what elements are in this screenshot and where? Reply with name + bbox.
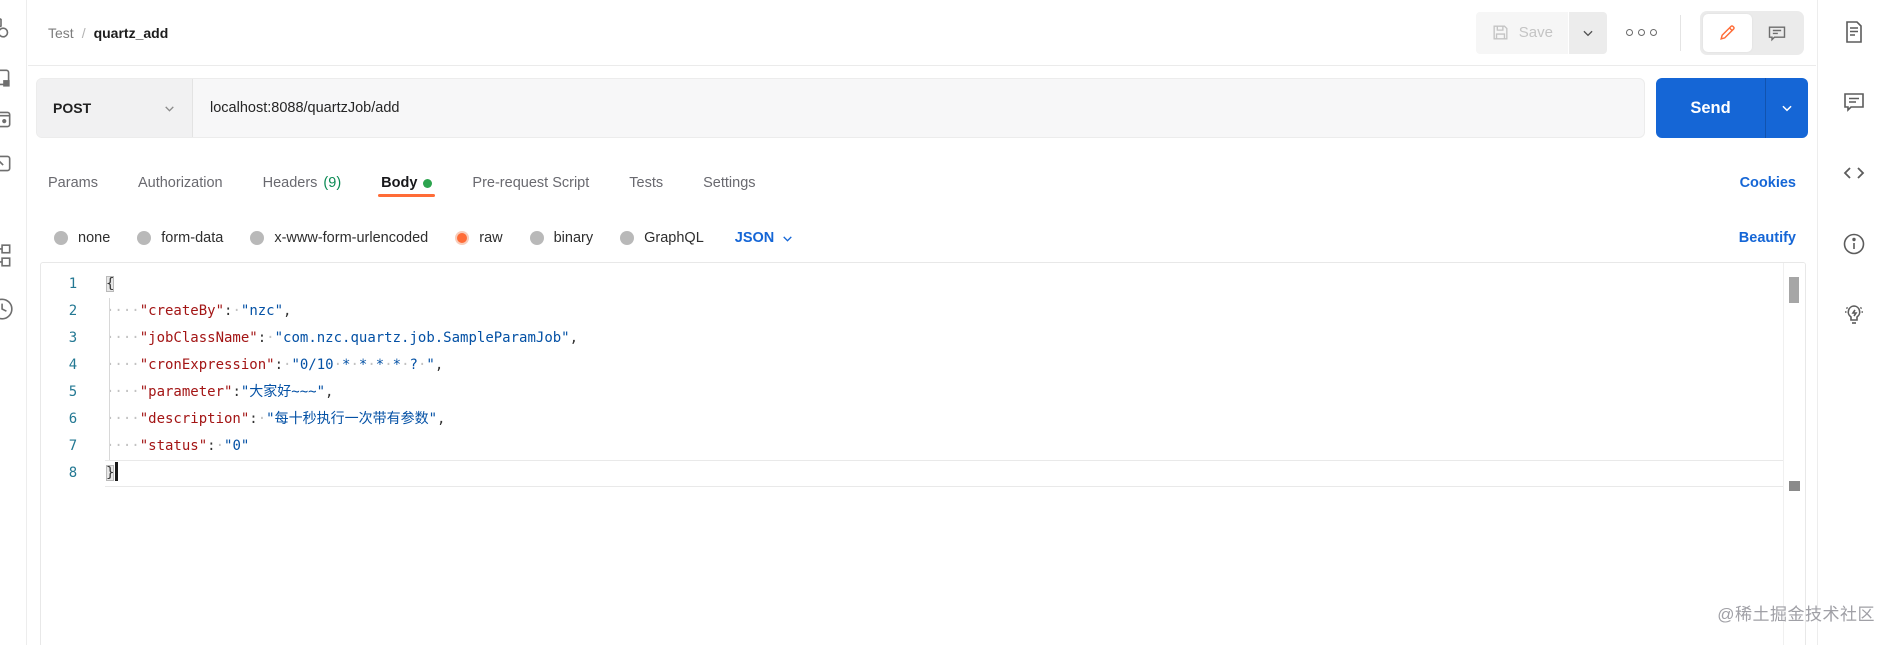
more-options-button[interactable] <box>1622 23 1661 42</box>
environments-icon[interactable] <box>0 107 14 133</box>
url-bar: POST localhost:8088/quartzJob/add <box>36 78 1645 138</box>
left-sidebar <box>0 0 27 645</box>
code-line-8[interactable]: } <box>105 460 1805 487</box>
comments-icon[interactable] <box>1842 90 1866 114</box>
mock-servers-icon[interactable] <box>0 151 14 177</box>
pull-request-tips-icon[interactable] <box>1842 303 1866 327</box>
text-cursor <box>115 462 118 481</box>
cookies-link[interactable]: Cookies <box>1740 175 1796 191</box>
tab-headers[interactable]: Headers (9) <box>263 161 342 205</box>
unsaved-changes-dot <box>423 178 433 188</box>
tab-params[interactable]: Params <box>48 161 98 205</box>
url-input[interactable]: localhost:8088/quartzJob/add <box>193 79 1644 137</box>
documentation-icon[interactable] <box>1842 20 1866 44</box>
body-type-raw[interactable]: raw <box>455 230 503 246</box>
app-window: Test / quartz_add Save POST localhost:80… <box>0 0 1889 645</box>
chevron-down-icon <box>1581 26 1595 40</box>
send-dropdown-button[interactable] <box>1765 78 1808 138</box>
body-type-graphql[interactable]: GraphQL <box>620 230 704 246</box>
code-line-5[interactable]: ····"parameter":"大家好~~~", <box>105 379 1805 406</box>
line-number: 1 <box>68 276 78 292</box>
info-icon[interactable] <box>1842 232 1866 256</box>
line-number: 3 <box>68 330 78 346</box>
line-number: 7 <box>68 438 78 454</box>
indent-guide <box>109 298 110 460</box>
raw-format-select[interactable]: JSON <box>735 230 795 246</box>
watermark: @稀土掘金技术社区 <box>1717 605 1875 624</box>
tab-pre-request-script[interactable]: Pre-request Script <box>472 161 589 205</box>
tab-settings[interactable]: Settings <box>703 161 755 205</box>
apis-icon[interactable] <box>0 66 14 92</box>
code-snippet-icon[interactable] <box>1842 161 1866 185</box>
line-number: 4 <box>68 357 78 373</box>
body-type-form-data[interactable]: form-data <box>137 230 223 246</box>
headers-count: (9) <box>323 175 342 191</box>
code-line-6[interactable]: ····"description":·"每十秒执行一次带有参数", <box>105 406 1805 433</box>
header-divider <box>1680 14 1681 51</box>
tab-tests[interactable]: Tests <box>629 161 663 205</box>
comments-button[interactable] <box>1752 14 1801 52</box>
tab-body[interactable]: Body <box>378 161 436 205</box>
save-icon <box>1491 23 1510 42</box>
body-type-row: none form-data x-www-form-urlencoded raw… <box>28 218 1816 258</box>
pencil-icon <box>1718 23 1737 42</box>
save-button-label: Save <box>1518 24 1553 41</box>
send-group: Send <box>1656 78 1808 138</box>
tab-authorization[interactable]: Authorization <box>138 161 223 205</box>
save-group: Save <box>1475 11 1607 54</box>
overview-cursor-mark <box>1789 481 1800 491</box>
save-dropdown-button[interactable] <box>1569 11 1607 54</box>
request-header: Test / quartz_add Save <box>28 0 1816 66</box>
save-button[interactable]: Save <box>1475 11 1568 54</box>
edit-mode-button[interactable] <box>1703 13 1752 52</box>
radio-icon <box>54 231 68 245</box>
radio-icon <box>250 231 265 245</box>
request-tabs: Params Authorization Headers (9) Body Pre… <box>28 148 1816 218</box>
code-line-7[interactable]: ····"status":·"0" <box>105 433 1805 460</box>
chevron-down-icon <box>781 232 794 245</box>
comment-icon <box>1767 23 1787 43</box>
body-editor[interactable]: 1 2 3 4 5 6 7 8 {····"createBy":·"nzc", ····"job… <box>40 262 1806 645</box>
editor-content[interactable]: {····"createBy":·"nzc", ····"jobClassName… <box>105 263 1805 645</box>
url-value: localhost:8088/quartzJob/add <box>210 100 400 116</box>
radio-icon <box>620 231 635 245</box>
radio-icon <box>529 231 544 245</box>
more-options-icon <box>1626 29 1633 36</box>
radio-selected-icon <box>455 231 470 245</box>
line-number: 8 <box>68 465 78 481</box>
code-line-1[interactable]: { <box>105 271 1805 298</box>
code-line-4[interactable]: ····"cronExpression":·"0/10·*·*·*·*·?·", <box>105 352 1805 379</box>
send-button[interactable]: Send <box>1656 78 1765 138</box>
chevron-down-icon <box>163 102 176 115</box>
line-number: 2 <box>68 303 78 319</box>
body-type-binary[interactable]: binary <box>529 230 593 246</box>
method-select[interactable]: POST <box>37 79 193 137</box>
breadcrumb: Test / quartz_add <box>48 25 168 41</box>
method-value: POST <box>53 100 92 116</box>
right-sidebar <box>1817 0 1889 645</box>
request-url-row: POST localhost:8088/quartzJob/add Send <box>36 78 1808 138</box>
main-panel: Test / quartz_add Save POST localhost:80… <box>28 0 1816 645</box>
history-icon[interactable] <box>0 296 14 322</box>
breadcrumb-separator: / <box>81 24 86 41</box>
collections-icon[interactable] <box>0 13 14 39</box>
breadcrumb-collection[interactable]: Test <box>48 25 74 41</box>
code-line-3[interactable]: ····"jobClassName":·"com.nzc.quartz.job.… <box>105 325 1805 352</box>
radio-icon <box>137 231 152 245</box>
code-line-2[interactable]: ····"createBy":·"nzc", <box>105 298 1805 325</box>
header-actions: Save <box>1475 10 1804 55</box>
body-type-none[interactable]: none <box>54 230 110 246</box>
line-number: 5 <box>68 384 78 400</box>
chevron-down-icon <box>1780 101 1794 115</box>
editor-gutter: 1 2 3 4 5 6 7 8 <box>41 263 105 645</box>
flows-icon[interactable] <box>0 243 14 269</box>
breadcrumb-request-name[interactable]: quartz_add <box>94 25 169 41</box>
body-type-x-www-form-urlencoded[interactable]: x-www-form-urlencoded <box>250 230 428 246</box>
scrollbar-thumb[interactable] <box>1789 277 1799 303</box>
beautify-link[interactable]: Beautify <box>1739 230 1796 246</box>
edit-comment-toggle <box>1700 10 1804 55</box>
editor-scrollbar[interactable] <box>1783 263 1805 645</box>
line-number: 6 <box>68 411 78 427</box>
